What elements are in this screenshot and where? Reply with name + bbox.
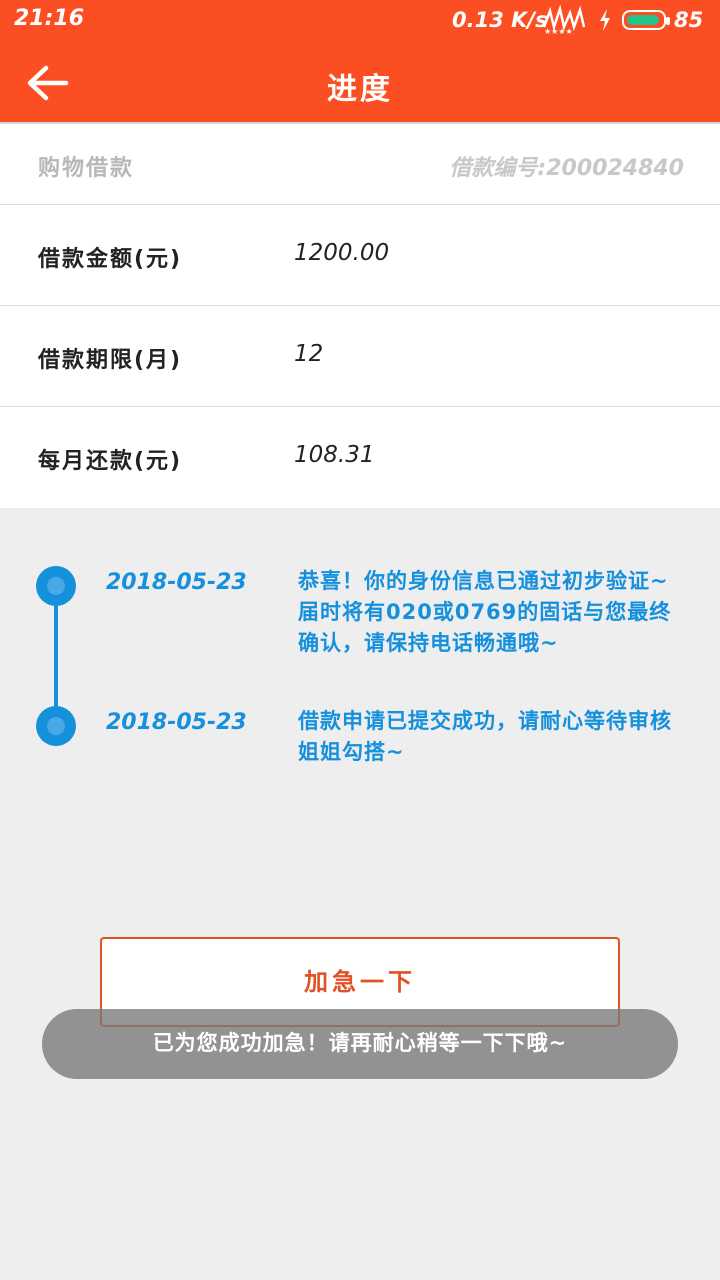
battery-icon [622, 10, 670, 30]
page-title: 进度 [327, 72, 393, 107]
monthly-payment-label: 每月还款(元) [38, 449, 183, 474]
loan-amount-label: 借款金额(元) [38, 247, 183, 272]
loan-term-label: 借款期限(月) [38, 348, 183, 373]
loan-amount-value: 1200.00 [294, 240, 390, 266]
loan-header-row: 购物借款 借款编号:200024840 [0, 124, 720, 205]
timeline-message: 恭喜！你的身份信息已通过初步验证~届时将有020或0769的固话与您最终确认，请… [298, 569, 672, 655]
loan-term-value: 12 [294, 341, 324, 367]
monthly-payment-value: 108.31 [294, 442, 375, 468]
charging-icon [600, 9, 610, 31]
battery-level: 85 [674, 8, 704, 32]
loan-term-row: 借款期限(月) 12 [0, 306, 720, 407]
signal-icon: ★★★★ [542, 5, 586, 35]
monthly-payment-row: 每月还款(元) 108.31 [0, 407, 720, 508]
network-speed: 0.13 K/s [452, 8, 548, 32]
toast-message: 已为您成功加急！请再耐心稍等一下下哦~ [42, 1009, 678, 1079]
svg-text:★★★★: ★★★★ [544, 27, 573, 35]
timeline-message: 借款申请已提交成功，请耐心等待审核姐姐勾搭~ [298, 709, 672, 764]
loan-number: 借款编号:200024840 [449, 156, 684, 181]
loan-amount-row: 借款金额(元) 1200.00 [0, 205, 720, 306]
timeline-connector [54, 586, 58, 724]
timeline-date: 2018-05-23 [106, 570, 247, 595]
timeline-dot-icon [36, 566, 76, 606]
loan-info-card: 购物借款 借款编号:200024840 借款金额(元) 1200.00 借款期限… [0, 124, 720, 508]
status-bar: 21:16 0.13 K/s ★★★★ 85 [0, 0, 720, 42]
status-time: 21:16 [14, 6, 85, 31]
progress-timeline: 2018-05-23 恭喜！你的身份信息已通过初步验证~届时将有020或0769… [0, 560, 720, 800]
app-bar: 进度 [0, 42, 720, 122]
loan-type: 购物借款 [38, 156, 135, 181]
timeline-date: 2018-05-23 [106, 710, 247, 735]
timeline-dot-icon [36, 706, 76, 746]
